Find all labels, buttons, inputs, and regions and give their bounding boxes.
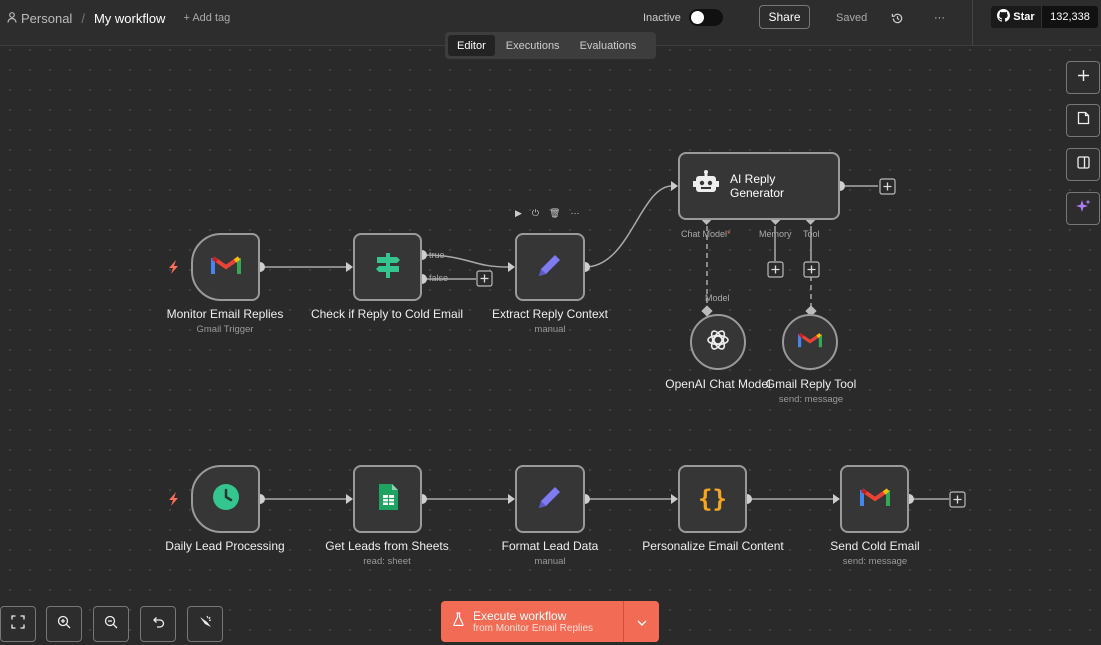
zoom-in-icon (57, 615, 71, 634)
sheets-icon (377, 483, 399, 516)
code-braces-icon: {} (698, 485, 727, 513)
sparkle-icon (1075, 199, 1091, 219)
node-get-leads-from-sheets[interactable] (353, 465, 422, 533)
node-title: Personalize Email Content (642, 539, 784, 553)
note-icon (1077, 111, 1090, 130)
node-title: Gmail Reply Tool (765, 377, 857, 391)
node-title: Send Cold Email (830, 539, 920, 553)
output-label-true: true (429, 250, 445, 260)
execute-main[interactable]: Execute workflow from Monitor Email Repl… (441, 601, 623, 642)
flask-icon (453, 612, 464, 631)
broom-icon (198, 614, 213, 634)
connection-line (584, 185, 673, 268)
output-label-false: false (429, 273, 449, 283)
trigger-bolt-icon (169, 260, 178, 274)
openai-icon (705, 327, 731, 358)
arrow-head (671, 494, 678, 504)
pencil-icon (535, 482, 565, 517)
execute-label: Execute workflow (473, 609, 567, 623)
node-subtitle: manual (534, 324, 566, 335)
undo-icon (151, 615, 165, 634)
node-title: Extract Reply Context (491, 307, 609, 321)
zoom-out-button[interactable] (93, 606, 129, 642)
node-toolbar: ▶ ⏻ 🗑 ⋯ (515, 208, 579, 219)
arrow-head (346, 494, 353, 504)
node-subtitle: read: sheet (363, 556, 411, 567)
zoom-in-button[interactable] (46, 606, 82, 642)
play-icon[interactable]: ▶ (515, 208, 522, 219)
node-check-reply[interactable] (353, 233, 422, 301)
arrow-head (833, 494, 840, 504)
execute-workflow-button[interactable]: Execute workflow from Monitor Email Repl… (441, 601, 659, 642)
toggle-panel-button[interactable] (1066, 148, 1100, 181)
node-extract-reply-context[interactable] (515, 233, 585, 301)
node-title: Monitor Email Replies (166, 307, 284, 321)
node-send-cold-email[interactable] (840, 465, 909, 533)
node-openai-chat-model[interactable] (690, 314, 746, 370)
execute-sublabel: from Monitor Email Replies (473, 623, 594, 634)
node-format-lead-data[interactable] (515, 465, 585, 533)
undo-button[interactable] (140, 606, 176, 642)
zoom-out-icon (104, 615, 118, 634)
arrow-head (508, 494, 515, 504)
arrow-head (671, 181, 678, 191)
signpost-icon (373, 250, 403, 285)
gmail-icon (859, 486, 890, 513)
clock-icon (211, 482, 241, 517)
node-subtitle: send: message (778, 394, 844, 405)
gmail-icon (798, 331, 822, 354)
node-monitor-email-replies[interactable] (191, 233, 260, 301)
node-title: Get Leads from Sheets (325, 539, 449, 553)
node-daily-lead-processing[interactable] (191, 465, 260, 533)
robot-icon (692, 169, 720, 203)
sticky-note-button[interactable] (1066, 104, 1100, 137)
node-subtitle: manual (534, 556, 566, 567)
execute-dropdown-button[interactable] (623, 601, 659, 642)
ai-assistant-button[interactable] (1066, 192, 1100, 225)
chevron-down-icon (637, 613, 647, 631)
port-label-model: Model (705, 293, 730, 303)
pencil-icon (535, 250, 565, 285)
arrow-head (346, 262, 353, 272)
more-icon[interactable]: ⋯ (570, 208, 579, 218)
node-title: AI Reply Generator (730, 172, 785, 200)
node-title: Format Lead Data (501, 539, 599, 553)
arrow-head (508, 262, 515, 272)
node-ai-reply-generator[interactable]: AI Reply Generator (678, 152, 840, 220)
add-node-panel-button[interactable] (1066, 61, 1100, 94)
node-title: Daily Lead Processing (165, 539, 285, 553)
node-subtitle: Gmail Trigger (196, 324, 254, 335)
tidy-up-button[interactable] (187, 606, 223, 642)
power-icon[interactable]: ⏻ (532, 208, 539, 219)
port-label-tool: Tool (803, 229, 820, 239)
trigger-bolt-icon (169, 492, 178, 506)
trash-icon[interactable]: 🗑 (549, 208, 560, 219)
node-gmail-reply-tool[interactable] (782, 314, 838, 370)
node-title: Check if Reply to Cold Email (310, 307, 464, 321)
port-label-memory: Memory (759, 229, 792, 239)
fit-view-button[interactable] (0, 606, 36, 642)
gmail-icon (210, 254, 241, 281)
node-subtitle: send: message (842, 556, 908, 567)
node-personalize-email-content[interactable]: {} (678, 465, 747, 533)
panel-icon (1076, 155, 1090, 174)
plus-icon (1077, 69, 1090, 87)
port-label-chat-model: Chat Model* (681, 229, 731, 239)
fit-view-icon (11, 614, 25, 634)
